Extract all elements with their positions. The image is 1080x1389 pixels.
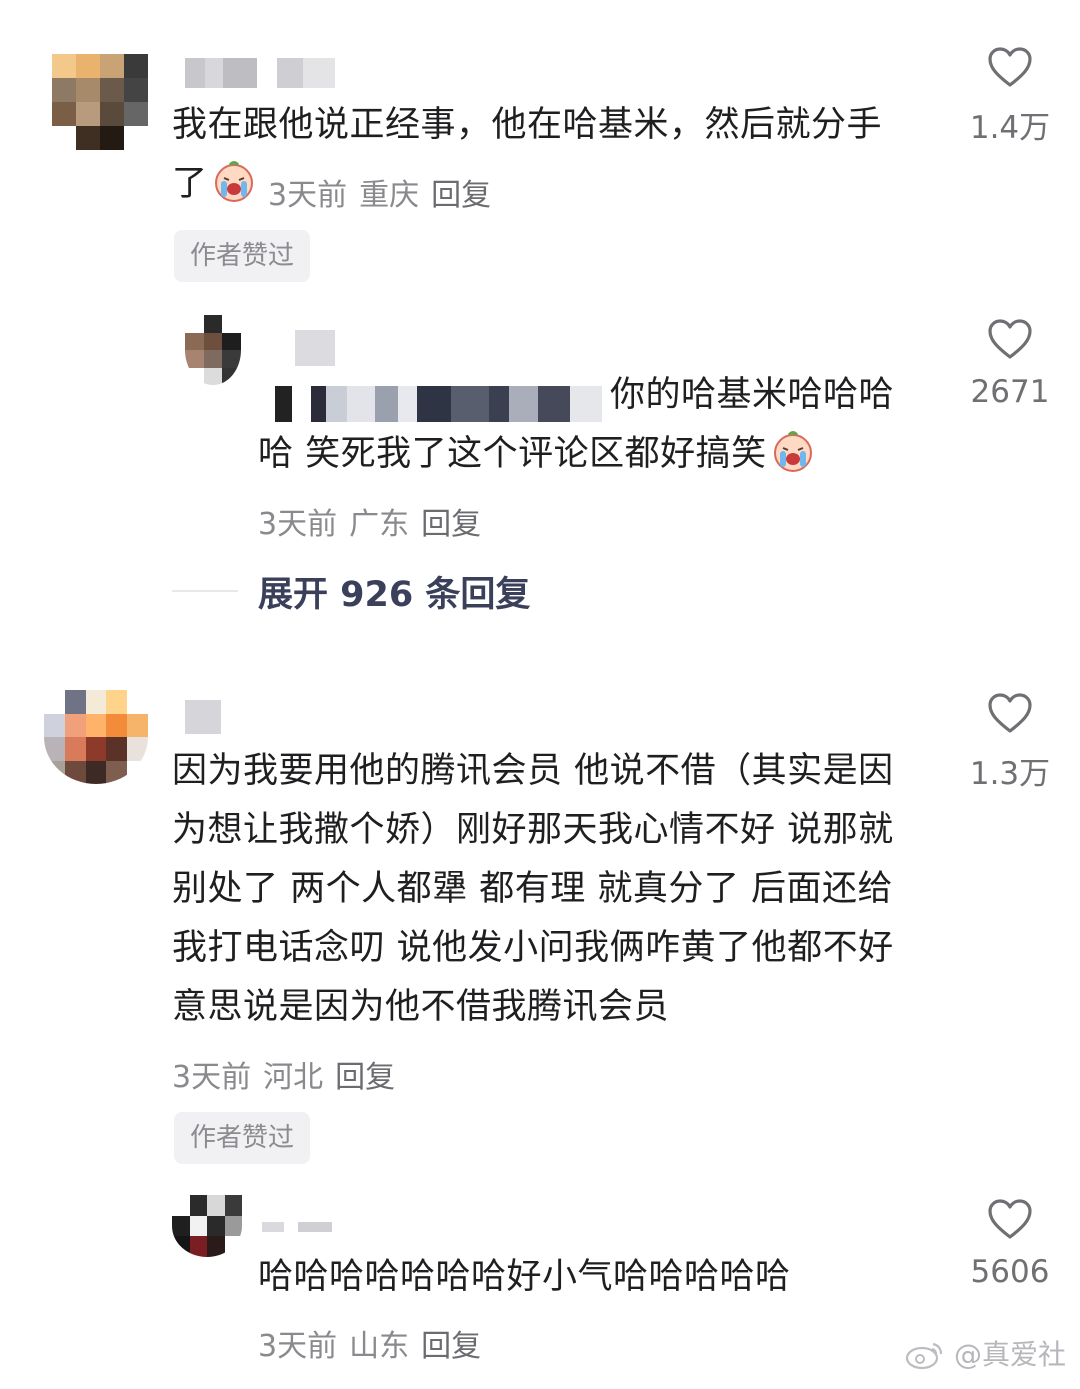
comment-time: 3天前 xyxy=(258,507,338,542)
author-liked-badge: 作者赞过 xyxy=(174,230,311,282)
expand-divider xyxy=(172,590,238,592)
avatar[interactable] xyxy=(172,1195,242,1257)
weibo-logo-icon xyxy=(905,1342,943,1370)
comment-meta: 3天前 广东 回复 xyxy=(258,499,493,543)
crying-laughing-emoji-icon xyxy=(212,159,256,203)
reply-button[interactable]: 回复 xyxy=(431,178,491,213)
avatar[interactable] xyxy=(52,54,148,150)
like-count: 1.3万 xyxy=(969,756,1051,792)
comment-text: 因为我要用他的腾讯会员 他说不借（其实是因 为想让我撒个娇）刚好那天我心情不好 … xyxy=(172,751,894,1027)
like-button[interactable]: 1.3万 xyxy=(955,692,1065,793)
comment-time: 3天前 xyxy=(172,1060,252,1095)
comment-meta: 3天前 河北 回复 xyxy=(172,1052,407,1096)
comment-location: 山东 xyxy=(349,1329,410,1364)
comment-text: 你的哈基米哈哈哈 xyxy=(610,375,895,415)
reply-button[interactable]: 回复 xyxy=(335,1060,395,1095)
username[interactable] xyxy=(185,58,335,88)
reply-button[interactable]: 回复 xyxy=(421,507,481,542)
like-count: 5606 xyxy=(970,1254,1050,1290)
heart-icon xyxy=(988,319,1032,359)
comment-text-cont: 哈 笑死我了这个评论区都好搞笑 xyxy=(258,425,938,484)
reply-button[interactable]: 回复 xyxy=(421,1329,481,1364)
like-button[interactable]: 5606 xyxy=(955,1198,1065,1290)
heart-icon xyxy=(988,1199,1032,1239)
watermark: @真爱社 xyxy=(905,1333,1066,1373)
like-button[interactable]: 2671 xyxy=(955,318,1065,410)
comment-time: 3天前 xyxy=(258,1329,338,1364)
like-count: 1.4万 xyxy=(969,110,1051,146)
expand-replies-button[interactable]: 展开 926 条回复 xyxy=(258,566,530,617)
like-button[interactable]: 1.4万 xyxy=(955,46,1065,147)
comment-meta: 3天前 山东 回复 xyxy=(258,1321,493,1365)
username[interactable] xyxy=(262,1222,332,1232)
like-count: 2671 xyxy=(970,374,1050,410)
crying-laughing-emoji-icon xyxy=(771,429,815,473)
username[interactable] xyxy=(185,700,221,734)
heart-icon xyxy=(988,693,1032,733)
comment-meta: 3天前 重庆 回复 xyxy=(268,170,503,214)
comment-text: 哈哈哈哈哈哈哈好小气哈哈哈哈哈 xyxy=(258,1257,791,1297)
username[interactable] xyxy=(295,330,335,366)
avatar[interactable] xyxy=(185,315,241,385)
heart-icon xyxy=(988,47,1032,87)
comment-location: 河北 xyxy=(263,1060,324,1095)
comment-location: 广东 xyxy=(349,507,410,542)
comment-location: 重庆 xyxy=(359,178,420,213)
comment-time: 3天前 xyxy=(268,178,348,213)
author-liked-badge: 作者赞过 xyxy=(174,1112,311,1164)
avatar[interactable] xyxy=(44,690,148,784)
mentioned-user[interactable] xyxy=(262,386,602,422)
